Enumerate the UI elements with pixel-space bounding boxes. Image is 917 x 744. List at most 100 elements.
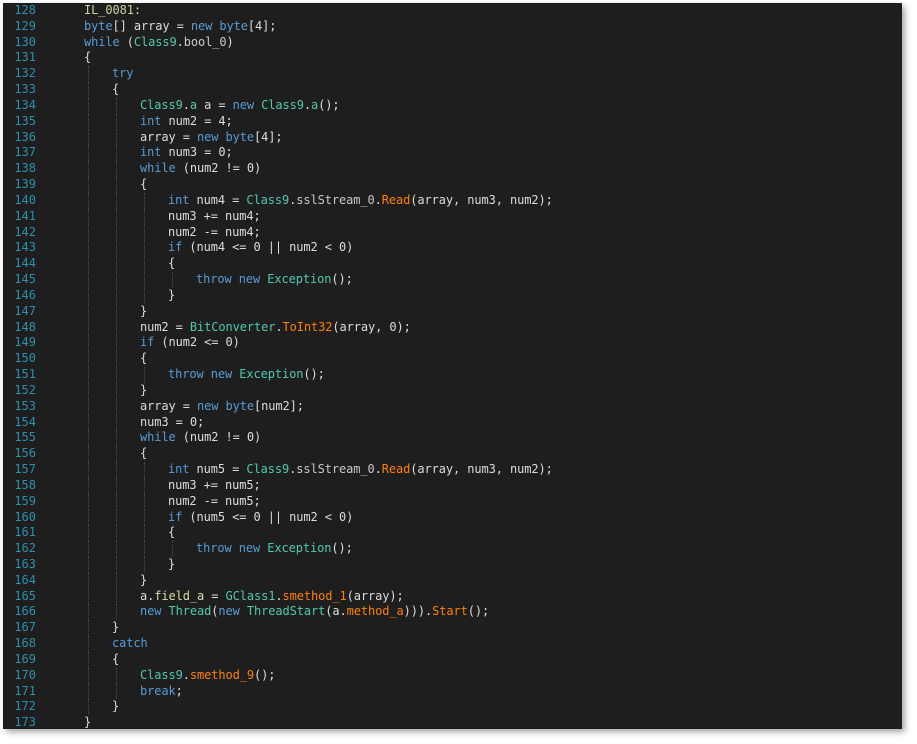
code-text: while (Class9.bool_0) (84, 35, 234, 51)
code-line[interactable]: 149 if (num2 <= 0) (3, 335, 902, 352)
code-token: { (140, 177, 148, 192)
code-token: new (232, 97, 262, 112)
code-token: [4]; (247, 18, 277, 33)
indent-guide (116, 161, 117, 178)
code-line[interactable]: 133 { (3, 82, 902, 98)
code-line[interactable]: 154 num3 = 0; (3, 414, 902, 431)
code-token: num3 = 0; (168, 145, 233, 160)
code-token: new (140, 604, 169, 619)
indent-guide (116, 272, 117, 288)
code-token: . (275, 588, 283, 603)
code-token: num3 += num5; (168, 477, 261, 492)
line-number: 130 (14, 34, 36, 49)
code-token: smethod_1 (282, 588, 347, 603)
code-text: num3 += num4; (168, 209, 261, 225)
code-line[interactable]: 168 catch (3, 636, 902, 652)
code-token: (num4 <= 0 || num2 < 0) (189, 240, 354, 255)
indent-guide (88, 113, 89, 130)
line-number: 157 (14, 462, 36, 477)
code-line[interactable]: 170 Class9.smethod_9(); (3, 667, 902, 684)
code-line[interactable]: 151 throw new Exception(); (3, 367, 902, 383)
indent-guide (116, 192, 117, 209)
code-line[interactable]: 156 { (3, 446, 902, 463)
code-line[interactable]: 150 { (3, 351, 902, 368)
code-token: byte (225, 398, 255, 413)
code-token: = (204, 588, 226, 603)
code-line[interactable]: 155 while (num2 != 0) (3, 430, 902, 447)
code-line[interactable]: 157 int num5 = Class9.sslStream_0.Read(ar… (3, 462, 902, 478)
code-token: } (140, 572, 148, 587)
indent-guide (88, 604, 89, 621)
code-line[interactable]: 143 if (num4 <= 0 || num2 < 0) (3, 240, 902, 257)
indent-guide (116, 351, 117, 368)
indent-guide (88, 97, 89, 114)
code-token: throw (196, 541, 239, 556)
code-line[interactable]: 142 num2 -= num4; (3, 224, 902, 241)
indent-guide (144, 287, 145, 304)
code-line[interactable]: 148 num2 = BitConverter.ToInt32(array, 0)… (3, 319, 902, 336)
code-token: method_a (346, 604, 404, 619)
code-line[interactable]: 164} (3, 572, 902, 589)
indent-guide (116, 113, 117, 130)
code-line[interactable]: 159 num2 -= num5; (3, 493, 902, 510)
code-token: byte (219, 18, 248, 33)
code-line[interactable]: 153 array = new byte[num2]; (3, 398, 902, 415)
code-line[interactable]: 139 { (3, 177, 902, 193)
code-line[interactable]: 132 try (3, 66, 902, 83)
indent-guide (116, 319, 117, 336)
code-token: Class9 (246, 192, 290, 207)
code-text: num3 = 0; (140, 415, 204, 431)
indent-guide (88, 351, 89, 368)
code-token: Class9 (246, 462, 290, 477)
code-line[interactable]: 136 array = new byte[4]; (3, 129, 902, 146)
code-line[interactable]: 173} (3, 715, 902, 729)
code-token: [] array = (112, 18, 191, 33)
line-number: 172 (14, 699, 36, 714)
code-line[interactable]: 144 { (3, 256, 902, 273)
code-token: int (140, 145, 169, 160)
code-token: try (112, 66, 134, 81)
code-line[interactable]: 145 throw new Exception(); (3, 272, 902, 288)
code-token: Class9 (133, 34, 177, 49)
code-text: Class9.a a = new Class9.a(); (140, 98, 340, 114)
code-token: { (112, 82, 120, 97)
indent-guide (88, 525, 89, 542)
code-line[interactable]: 134 Class9.a a = new Class9.a(); (3, 97, 902, 114)
code-line[interactable]: 141 num3 += num4; (3, 208, 902, 225)
code-token: while (84, 34, 127, 49)
code-line[interactable]: 147} (3, 303, 902, 320)
code-line[interactable]: 128 IL_0081: (3, 3, 902, 19)
code-line[interactable]: 161 { (3, 525, 902, 542)
code-line[interactable]: 129 byte[] array = new byte[4]; (3, 19, 902, 35)
indent-guide (172, 541, 173, 557)
code-text: { (112, 652, 119, 668)
code-token: Read (381, 192, 411, 207)
code-line[interactable]: 162 throw new Exception(); (3, 541, 902, 557)
code-line[interactable]: 163} (3, 556, 902, 573)
code-line[interactable]: 160 if (num5 <= 0 || num2 < 0) (3, 509, 902, 526)
code-line[interactable]: 171 break; (3, 683, 902, 700)
code-line[interactable]: 135 int num2 = 4; (3, 113, 902, 130)
line-number: 146 (14, 287, 36, 302)
code-line[interactable]: 131 { (3, 50, 902, 66)
indent-guide (88, 367, 89, 383)
code-line[interactable]: 130 while (Class9.bool_0) (3, 35, 902, 51)
code-line[interactable]: 137 int num3 = 0; (3, 145, 902, 162)
code-line[interactable]: 167} (3, 620, 902, 637)
line-number: 152 (14, 382, 36, 397)
code-line[interactable]: 158 num3 += num5; (3, 477, 902, 494)
code-line[interactable]: 172} (3, 699, 902, 716)
code-line[interactable]: 138 while (num2 != 0) (3, 161, 902, 178)
code-line[interactable]: 165 a.field_a = GClass1.smethod_1(array); (3, 588, 902, 605)
code-editor[interactable]: 128 IL_0081: 129 byte[] array = new byte[4]… (3, 3, 902, 729)
code-token: new (218, 604, 247, 619)
line-number: 133 (14, 82, 36, 97)
indent-guide (116, 367, 117, 383)
code-line[interactable]: 166 new Thread(new ThreadStart(a.method_a… (3, 604, 902, 621)
code-line[interactable]: 146} (3, 287, 902, 304)
indent-guide (116, 97, 117, 114)
code-line[interactable]: 140 int num4 = Class9.sslStream_0.Read(ar… (3, 192, 902, 209)
code-line[interactable]: 169 { (3, 651, 902, 668)
line-number: 161 (14, 525, 36, 540)
code-line[interactable]: 152} (3, 382, 902, 399)
